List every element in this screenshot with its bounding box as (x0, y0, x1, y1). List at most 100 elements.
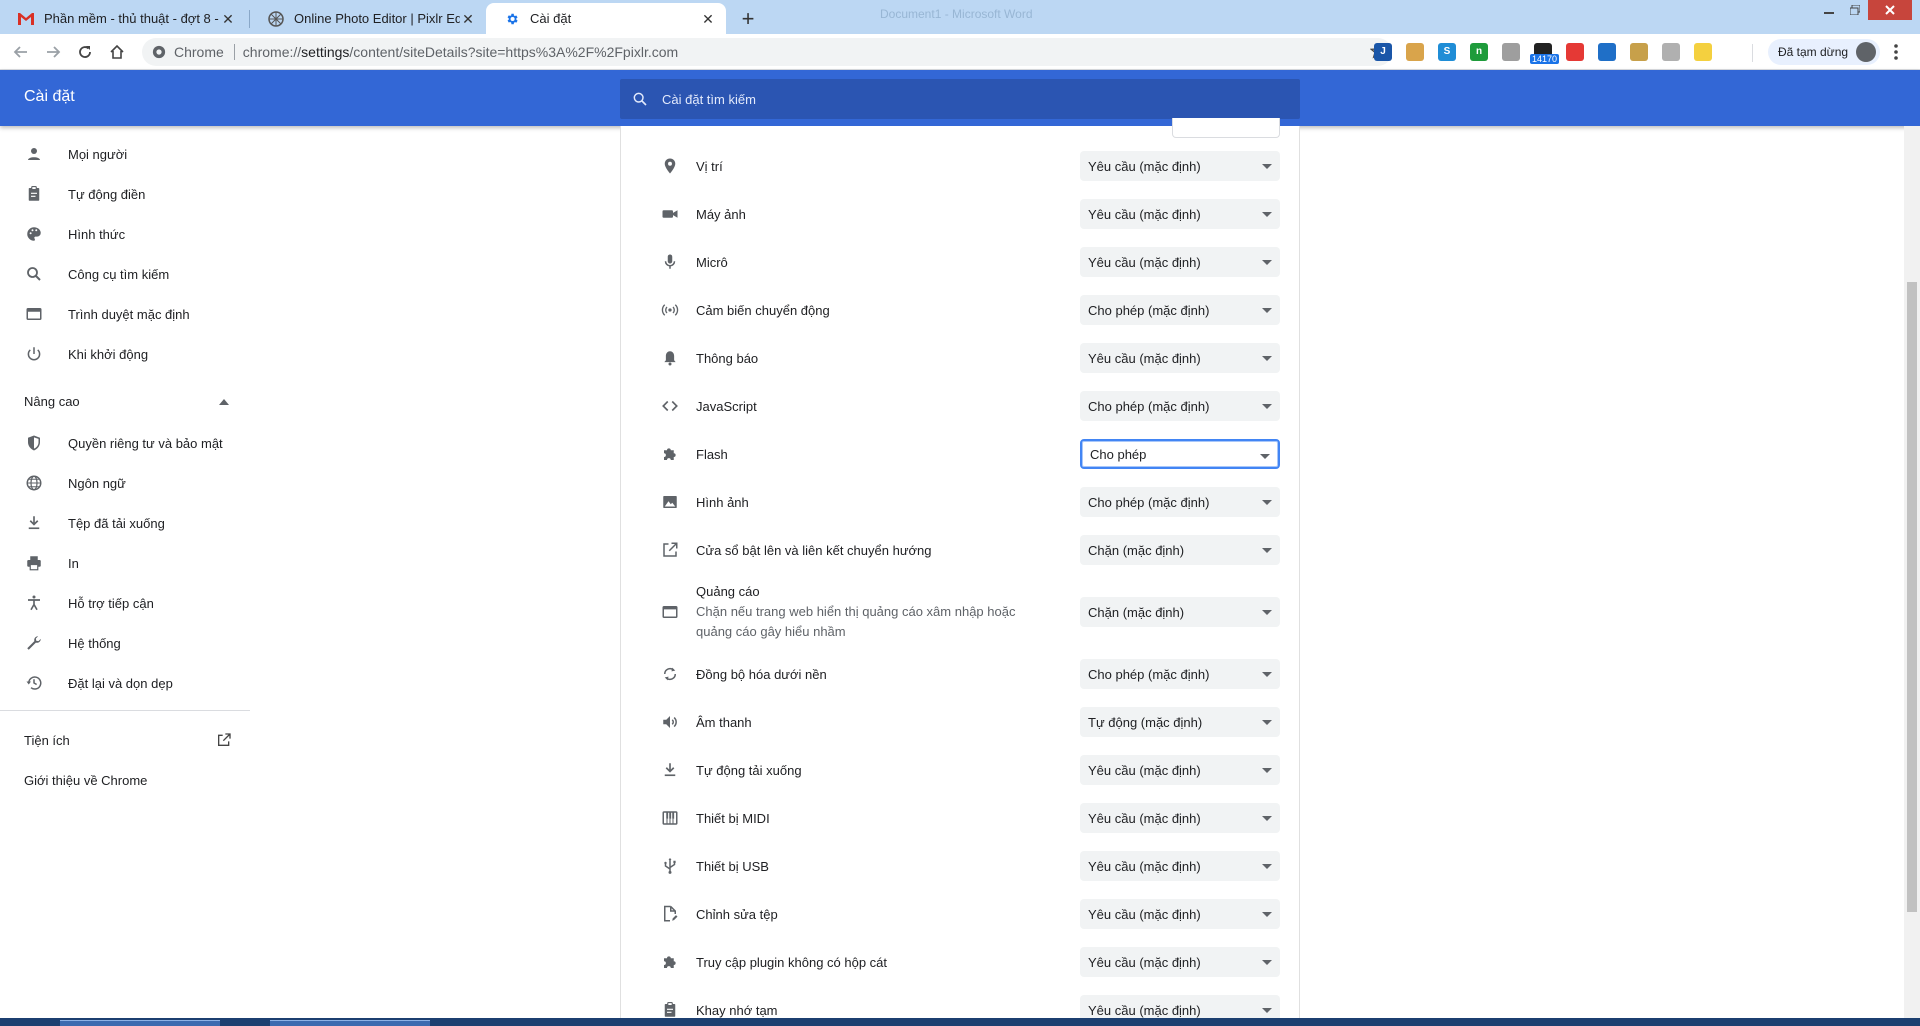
speaker-icon (660, 712, 680, 732)
permission-select[interactable]: Cho phép (mặc định) (1080, 487, 1280, 517)
close-tab-icon[interactable]: ✕ (460, 11, 476, 27)
permission-row: Tự động tải xuống (660, 755, 1060, 785)
sidebar-item[interactable]: Quyền riêng tư và bảo mật (0, 423, 250, 463)
close-tab-icon[interactable]: ✕ (700, 11, 716, 27)
permission-select[interactable]: Cho phép (mặc định) (1080, 391, 1280, 421)
close-tab-icon[interactable]: ✕ (220, 11, 236, 27)
forward-icon[interactable] (40, 39, 66, 65)
back-icon[interactable] (8, 39, 34, 65)
sidebar-item-label: Khi khởi động (68, 346, 149, 362)
n-ext-icon[interactable]: n (1470, 43, 1488, 61)
palette-icon (24, 224, 44, 244)
permission-value: Cho phép (1090, 446, 1147, 462)
sidebar-item[interactable]: Mọi người (0, 134, 250, 174)
settings-sidebar: Mọi người Tự động điền Hình thức Công cụ tì… (0, 126, 250, 1026)
pdf-ext-icon[interactable] (1662, 43, 1680, 61)
ads-icon (660, 602, 680, 622)
reload-icon[interactable] (72, 39, 98, 65)
profile-button[interactable]: Đã tạm dừng (1768, 39, 1881, 65)
permission-row: Flash (660, 439, 1060, 469)
dropdown-arrow-icon (1262, 260, 1272, 265)
sidebar-item[interactable]: In (0, 543, 250, 583)
permission-label: Quảng cáo (696, 584, 760, 599)
vivaldi-ext-icon[interactable] (1566, 43, 1584, 61)
permission-label: JavaScript (696, 398, 757, 414)
dropdown-arrow-icon (1262, 720, 1272, 725)
permission-select[interactable]: Yêu cầu (mặc định) (1080, 899, 1280, 929)
background-window-title: Document1 - Microsoft Word (880, 7, 1033, 21)
dropdown-arrow-icon (1262, 912, 1272, 917)
sidebar-item[interactable]: Hệ thống (0, 623, 250, 663)
permission-row: JavaScript (660, 391, 1060, 421)
permission-select[interactable]: Yêu cầu (mặc định) (1080, 755, 1280, 785)
popup-icon (660, 540, 680, 560)
sidebar-item[interactable]: Công cụ tìm kiếm (0, 254, 250, 294)
tab-gmail[interactable]: Phần mềm - thủ thuật - đợt 8 - n ✕ (0, 3, 246, 34)
restore-window-icon[interactable] (1842, 0, 1868, 20)
sidebar-item[interactable]: Hình thức (0, 214, 250, 254)
address-bar[interactable]: Chrome chrome://settings/content/siteDet… (142, 38, 1392, 66)
bell-icon (660, 348, 680, 368)
dropdown-arrow-icon (1262, 864, 1272, 869)
sidebar-item[interactable]: Tự động điền (0, 174, 250, 214)
tab-pixlr[interactable]: Online Photo Editor | Pixlr Editor ✕ (250, 3, 486, 34)
dropdown-arrow-icon (1260, 454, 1270, 459)
permission-select[interactable]: Chặn (mặc định) (1080, 597, 1280, 627)
s-ext-icon[interactable]: S (1438, 43, 1456, 61)
tab-settings[interactable]: Cài đặt ✕ (486, 3, 726, 34)
permission-label: Đồng bộ hóa dưới nền (696, 666, 827, 682)
permission-select[interactable]: Yêu cầu (mặc định) (1080, 151, 1280, 181)
gear-ext-icon[interactable] (1630, 43, 1648, 61)
search-input[interactable]: Cài đặt tìm kiếm (620, 79, 1300, 119)
permission-label: Hình ảnh (696, 494, 749, 510)
reset-permissions-button[interactable] (1172, 118, 1280, 138)
permission-select[interactable]: Cho phép (mặc định) (1080, 659, 1280, 689)
permission-value: Chặn (mặc định) (1088, 604, 1185, 620)
page-scrollbar[interactable] (1904, 126, 1920, 1026)
minimize-icon[interactable] (1816, 0, 1842, 20)
taskbar-button[interactable] (270, 1020, 430, 1026)
permission-value: Tự động (mặc định) (1088, 714, 1203, 730)
taskbar-button[interactable] (60, 1020, 220, 1026)
chrome-secure-indicator[interactable]: Chrome (152, 44, 224, 60)
permission-select[interactable]: Yêu cầu (mặc định) (1080, 947, 1280, 977)
home-icon[interactable] (104, 39, 130, 65)
clipboard-icon (660, 1000, 680, 1020)
sidebar-item[interactable]: Trình duyệt mặc định (0, 294, 250, 334)
sidebar-item[interactable]: Hỗ trợ tiếp cận (0, 583, 250, 623)
sidebar-item[interactable]: Đặt lại và dọn dẹp (0, 663, 250, 703)
sidebar-item[interactable]: Ngôn ngữ (0, 463, 250, 503)
arrow-ext-icon[interactable] (1598, 43, 1616, 61)
permission-select[interactable]: Yêu cầu (mặc định) (1080, 803, 1280, 833)
permission-value: Yêu cầu (mặc định) (1088, 906, 1201, 922)
sidebar-item-about[interactable]: Giới thiệu về Chrome (24, 773, 147, 788)
permission-value: Cho phép (mặc định) (1088, 666, 1210, 682)
sidebar-item[interactable]: Khi khởi động (0, 334, 250, 374)
permission-select[interactable]: Yêu cầu (mặc định) (1080, 343, 1280, 373)
sidebar-item[interactable]: Tệp đã tải xuống (0, 503, 250, 543)
dropdown-arrow-icon (1262, 548, 1272, 553)
permission-select[interactable]: Tự động (mặc định) (1080, 707, 1280, 737)
advanced-toggle[interactable]: Nâng cao (24, 394, 229, 409)
j-ext-icon[interactable]: J (1374, 43, 1392, 61)
menu-dots-icon[interactable] (1894, 43, 1898, 61)
permission-select[interactable]: Yêu cầu (mặc định) (1080, 851, 1280, 881)
marker-ext-icon[interactable] (1694, 43, 1712, 61)
permission-select[interactable]: Yêu cầu (mặc định) (1080, 247, 1280, 277)
shield-ext-icon[interactable] (1502, 43, 1520, 61)
download-icon (660, 760, 680, 780)
dropdown-arrow-icon (1262, 404, 1272, 409)
permission-label: Khay nhớ tạm (696, 1002, 778, 1018)
permission-select[interactable]: Cho phép (mặc định) (1080, 295, 1280, 325)
permission-value: Yêu cầu (mặc định) (1088, 762, 1201, 778)
scrollbar-thumb[interactable] (1907, 282, 1917, 912)
permission-select[interactable]: Cho phép (1080, 439, 1280, 469)
close-window-icon[interactable] (1868, 0, 1912, 20)
new-tab-button[interactable]: + (734, 6, 762, 34)
sidebar-item-extensions[interactable]: Tiện ích (24, 732, 232, 748)
box-ext-icon[interactable] (1406, 43, 1424, 61)
permission-select[interactable]: Chặn (mặc định) (1080, 535, 1280, 565)
sidebar-item-label: Hệ thống (68, 635, 121, 651)
permission-select[interactable]: Yêu cầu (mặc định) (1080, 199, 1280, 229)
dropdown-arrow-icon (1262, 816, 1272, 821)
